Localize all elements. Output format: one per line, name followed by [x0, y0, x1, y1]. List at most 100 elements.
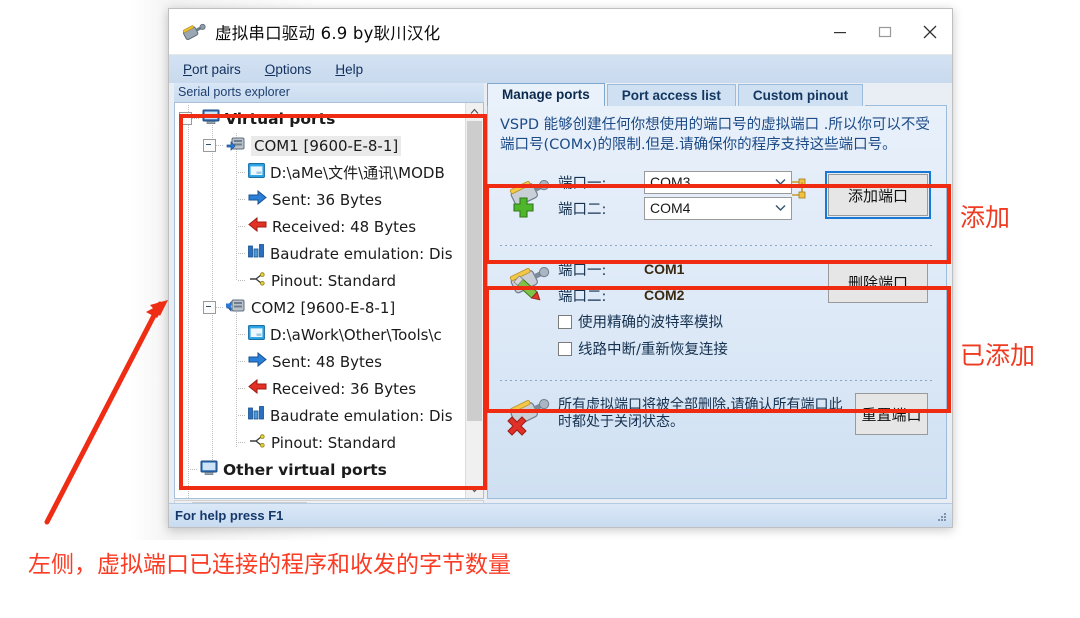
tree-connector: [238, 172, 246, 173]
tree-connector: [238, 361, 246, 362]
close-button[interactable]: [907, 10, 952, 54]
existing-port2-value: COM2: [644, 287, 685, 304]
tree-node-label: Sent: 36 Bytes: [272, 190, 382, 209]
tree-node-label: D:\aWork\Other\Tools\c: [270, 325, 442, 344]
baudrate-emulation-checkbox-row[interactable]: 使用精确的波特率模拟: [558, 308, 928, 335]
tree-node-label: D:\aMe\文件\通讯\MODB: [270, 164, 445, 182]
section-separator: [500, 380, 934, 382]
tree-node-label: COM1 [9600-E-8-1]: [251, 135, 402, 156]
blue-arrow-right-icon: [248, 351, 267, 371]
port-out-icon: [226, 298, 246, 318]
tree-expander-collapse-icon[interactable]: [203, 139, 216, 152]
tree-node[interactable]: Virtual ports: [175, 105, 465, 132]
explorer-header-label: Serial ports explorer: [174, 83, 484, 102]
bars-icon: [248, 406, 265, 425]
tree-connector: [192, 118, 200, 119]
tree-vertical-scrollbar[interactable]: [465, 103, 483, 498]
reset-port-icon: [506, 391, 552, 437]
chevron-down-icon[interactable]: [769, 178, 791, 186]
tree-expander-collapse-icon[interactable]: [179, 112, 192, 125]
scroll-down-icon[interactable]: [466, 481, 483, 498]
tree-node[interactable]: D:\aMe\文件\通讯\MODB: [175, 159, 465, 186]
bars-icon: [248, 244, 265, 263]
blue-arrow-right-icon: [248, 189, 267, 209]
tree-node[interactable]: Sent: 36 Bytes: [175, 186, 465, 213]
status-bar: For help press F1: [169, 503, 952, 527]
menu-label-help: elp: [345, 61, 364, 77]
serial-ports-explorer: Serial ports explorer Virtual ports COM1 …: [174, 83, 484, 499]
minimize-button[interactable]: [817, 10, 862, 54]
tree-node[interactable]: COM2 [9600-E-8-1]: [175, 294, 465, 321]
tree-node-label: Pinout: Standard: [271, 433, 397, 452]
menu-mnemonic-o: O: [264, 61, 276, 77]
line-break-label: 线路中断/重新恢复连接: [578, 342, 728, 359]
right-panel: Manage ports Port access list Custom pin…: [487, 83, 947, 499]
baudrate-emulation-checkbox[interactable]: [558, 314, 572, 329]
application-window-icon: [248, 325, 265, 344]
application-window-icon: [248, 163, 265, 182]
annotation-bottom-note: 左侧，虚拟端口已连接的程序和收发的字节数量: [28, 552, 511, 578]
application-window: 虚拟串口驱动 6.9 by耿川汉化 Port pairs Options Hel…: [168, 8, 953, 528]
tree-node[interactable]: Sent: 48 Bytes: [175, 348, 465, 375]
port-in-icon: [226, 136, 246, 156]
add-port2-label: 端口二:: [558, 201, 607, 218]
scroll-up-icon[interactable]: [466, 103, 483, 120]
tree-node[interactable]: Baudrate emulation: Dis: [175, 402, 465, 429]
maximize-button[interactable]: [862, 10, 907, 54]
section-separator: [500, 245, 934, 247]
monitor-icon: [200, 460, 218, 480]
menu-item-help[interactable]: Help: [335, 62, 363, 77]
tree-connector: [216, 145, 224, 146]
tree-node[interactable]: D:\aWork\Other\Tools\c: [175, 321, 465, 348]
tree-connector: [238, 334, 246, 335]
tab-strip: Manage ports Port access list Custom pin…: [487, 83, 947, 106]
tree-node[interactable]: Pinout: Standard: [175, 429, 465, 456]
plug-wrench-icon: [181, 21, 207, 43]
tree-node-label: Other virtual ports: [223, 460, 387, 479]
monitor-icon: [202, 109, 220, 129]
existing-port1-label: 端口一:: [558, 262, 607, 279]
tree-node[interactable]: Pinout: Standard: [175, 267, 465, 294]
tree-scroll-thumb[interactable]: [467, 121, 482, 421]
tree-node-label: Baudrate emulation: Dis: [270, 244, 453, 263]
menu-label-options: ptions: [275, 61, 312, 77]
tree-node-label: Pinout: Standard: [271, 271, 397, 290]
red-arrow-left-icon: [248, 378, 267, 398]
delete-port-button[interactable]: 删除端口: [828, 261, 928, 304]
tree-node[interactable]: Received: 36 Bytes: [175, 375, 465, 402]
add-port2-combobox[interactable]: COM4: [644, 196, 792, 220]
add-port1-combobox[interactable]: COM3: [644, 170, 792, 194]
tree-node[interactable]: Received: 48 Bytes: [175, 213, 465, 240]
chevron-down-icon[interactable]: [769, 204, 791, 212]
reset-ports-button[interactable]: 重置端口: [855, 393, 928, 436]
menu-item-port-pairs[interactable]: Port pairs: [183, 62, 241, 77]
add-port2-value: COM4: [650, 200, 691, 217]
baudrate-emulation-label: 使用精确的波特率模拟: [578, 315, 723, 332]
tree-node[interactable]: Other virtual ports: [175, 456, 465, 483]
intro-text: VSPD 能够创建任何你想使用的端口号的虚拟端口 .所以你可以不受端口号(COM…: [500, 117, 930, 153]
line-break-checkbox-row[interactable]: 线路中断/重新恢复连接: [558, 335, 928, 362]
existing-port1-value: COM1: [644, 261, 685, 278]
add-port-button[interactable]: 添加端口: [825, 171, 931, 220]
tree-node-label: Received: 36 Bytes: [272, 379, 417, 398]
menu-bar: Port pairs Options Help: [169, 55, 952, 83]
resize-grip-icon[interactable]: [936, 510, 948, 522]
tree-node[interactable]: Baudrate emulation: Dis: [175, 240, 465, 267]
tree-connector: [238, 415, 246, 416]
tab-port-access-list[interactable]: Port access list: [606, 84, 736, 106]
tree-connector: [238, 442, 246, 443]
tree-node[interactable]: COM1 [9600-E-8-1]: [175, 132, 465, 159]
existing-port2-label: 端口二:: [558, 288, 607, 305]
menu-mnemonic-h: H: [335, 61, 346, 77]
tree-connector: [216, 307, 224, 308]
title-bar: 虚拟串口驱动 6.9 by耿川汉化: [169, 9, 952, 55]
tree-expander-collapse-icon[interactable]: [203, 301, 216, 314]
reset-section: 所有虚拟端口将被全部删除.请确认所有端口此时都处于关闭状态。 重置端口: [498, 385, 936, 459]
tab-manage-ports[interactable]: Manage ports: [487, 83, 605, 106]
tree-connector: [238, 280, 246, 281]
menu-item-options[interactable]: Options: [265, 62, 312, 77]
line-break-checkbox[interactable]: [558, 341, 572, 356]
add-port1-value: COM3: [650, 174, 691, 191]
ports-tree[interactable]: Virtual ports COM1 [9600-E-8-1] D:\aMe\文件\…: [175, 103, 465, 498]
tab-custom-pinout[interactable]: Custom pinout: [737, 84, 864, 106]
